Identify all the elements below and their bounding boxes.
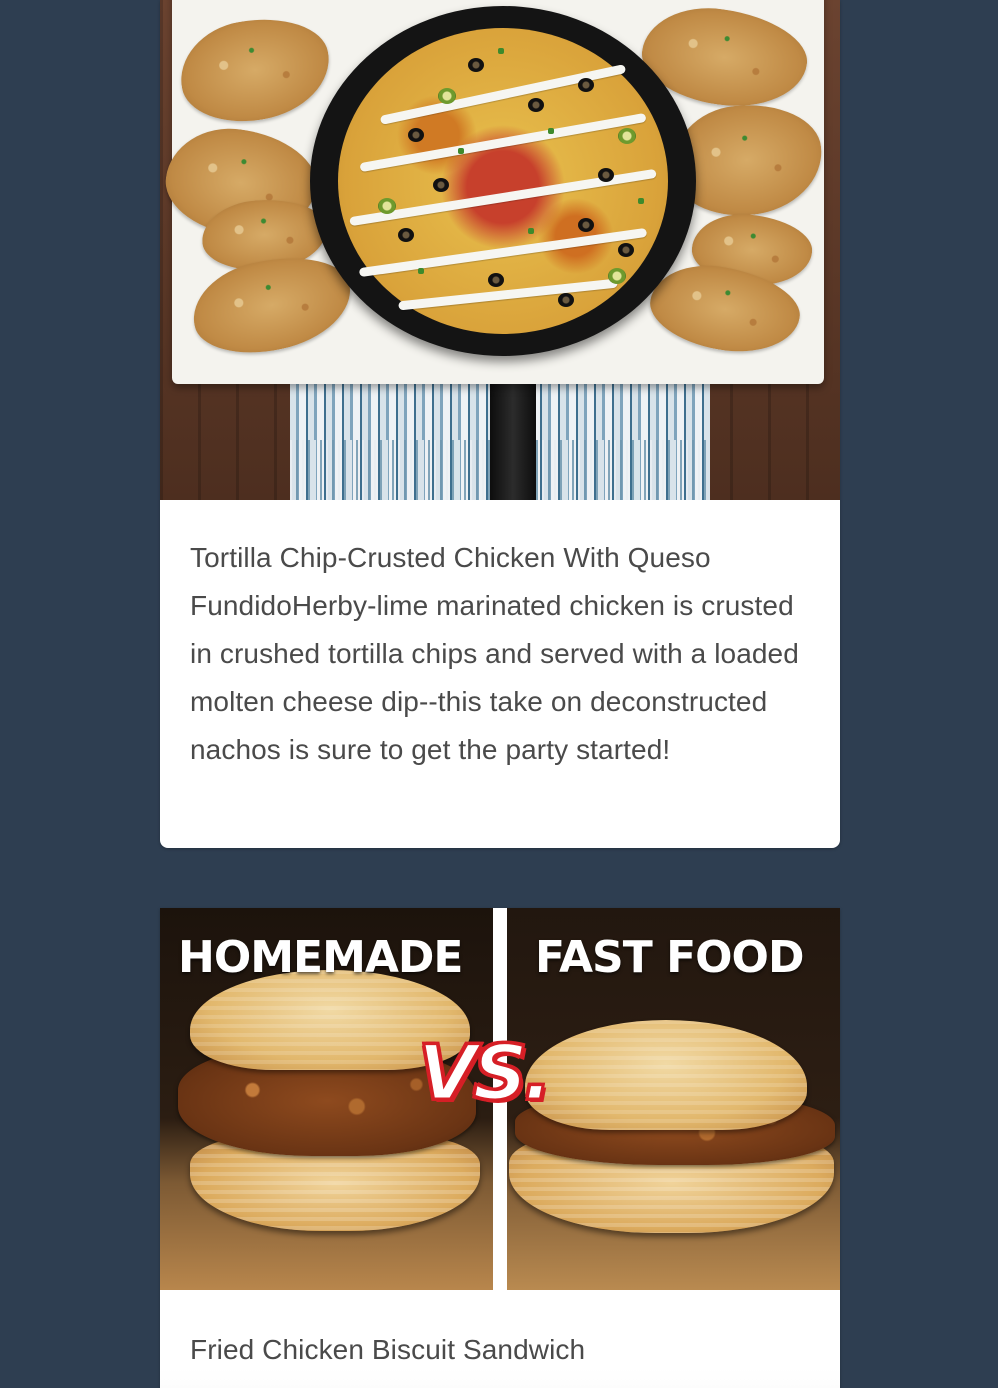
olive-slice xyxy=(528,98,544,112)
biscuit-top xyxy=(525,1020,807,1130)
recipe-photo[interactable]: HOMEMADE FAST FOOD VS. xyxy=(160,908,840,1290)
olive-slice xyxy=(618,243,634,257)
cilantro xyxy=(638,198,644,204)
jalapeno-slice xyxy=(618,128,636,144)
olive-slice xyxy=(398,228,414,242)
jalapeno-slice xyxy=(378,198,396,214)
recipe-photo[interactable] xyxy=(160,0,840,500)
cilantro xyxy=(548,128,554,134)
recipe-caption[interactable]: Tortilla Chip-Crusted Chicken With Queso… xyxy=(160,500,840,774)
olive-slice xyxy=(598,168,614,182)
olive-slice xyxy=(433,178,449,192)
olive-slice xyxy=(408,128,424,142)
chicken-tender xyxy=(172,7,338,133)
crema-drizzle xyxy=(379,64,627,125)
olive-slice xyxy=(558,293,574,307)
recipe-caption[interactable]: Fried Chicken Biscuit Sandwich xyxy=(160,1290,840,1374)
bottom-fade xyxy=(160,1368,840,1388)
cilantro xyxy=(528,228,534,234)
olive-slice xyxy=(468,58,484,72)
olive-slice xyxy=(578,78,594,92)
cilantro xyxy=(418,268,424,274)
vs-label: VS. xyxy=(416,1027,553,1119)
recipe-feed: Tortilla Chip-Crusted Chicken With Queso… xyxy=(0,0,998,1388)
cilantro xyxy=(498,48,504,54)
olive-slice xyxy=(488,273,504,287)
queso-fundido xyxy=(338,28,668,334)
cilantro xyxy=(458,148,464,154)
jalapeno-slice xyxy=(608,268,626,284)
crema-drizzle xyxy=(359,112,647,173)
homemade-label: HOMEMADE xyxy=(178,932,463,983)
fast-food-photo: FAST FOOD xyxy=(507,908,840,1290)
recipe-card[interactable]: HOMEMADE FAST FOOD VS. Fried Chicken Bis… xyxy=(160,908,840,1388)
recipe-card[interactable]: Tortilla Chip-Crusted Chicken With Queso… xyxy=(160,0,840,848)
fast-food-label: FAST FOOD xyxy=(535,932,804,983)
jalapeno-slice xyxy=(438,88,456,104)
olive-slice xyxy=(578,218,594,232)
crema-drizzle xyxy=(398,278,618,311)
